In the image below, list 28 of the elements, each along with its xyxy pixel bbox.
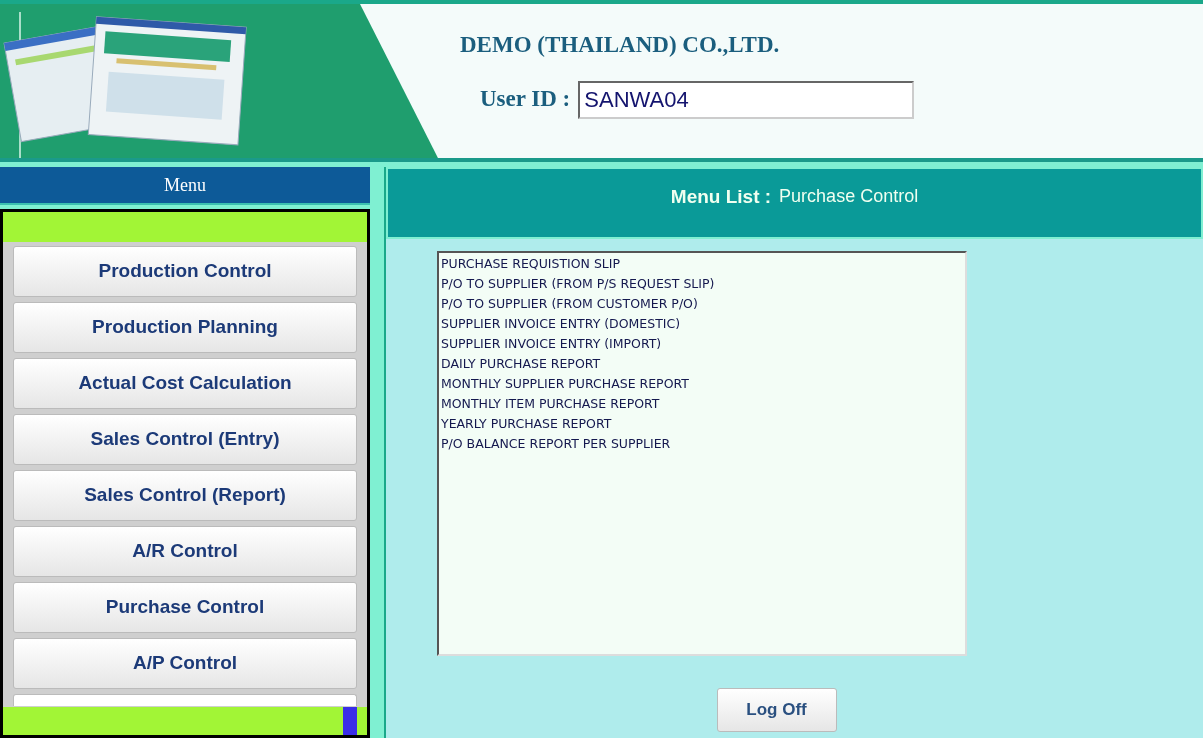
menu-list-item[interactable]: P/O TO SUPPLIER (FROM CUSTOMER P/O)	[441, 294, 963, 314]
menu-button[interactable]: Purchase Control	[13, 582, 357, 633]
menu-button[interactable]	[13, 694, 357, 706]
menu-button[interactable]: Production Planning	[13, 302, 357, 353]
menu-button[interactable]: Sales Control (Report)	[13, 470, 357, 521]
menu-list-item[interactable]: MONTHLY SUPPLIER PURCHASE REPORT	[441, 374, 963, 394]
menu-list-item[interactable]: PURCHASE REQUISTION SLIP	[441, 254, 963, 274]
company-name: DEMO (THAILAND) CO.,LTD.	[460, 31, 781, 59]
menu-button[interactable]: A/P Control	[13, 638, 357, 689]
menu-list-label: Menu List :	[670, 185, 772, 209]
user-id-label: User ID :	[480, 85, 571, 114]
menu-button[interactable]: Production Control	[13, 246, 357, 297]
menu-button[interactable]: Actual Cost Calculation	[13, 358, 357, 409]
menu-button[interactable]: Sales Control (Entry)	[13, 414, 357, 465]
menu-list-item[interactable]: SUPPLIER INVOICE ENTRY (IMPORT)	[441, 334, 963, 354]
menu-list-item[interactable]: YEARLY PURCHASE REPORT	[441, 414, 963, 434]
menu-list-item[interactable]: DAILY PURCHASE REPORT	[441, 354, 963, 374]
menu-list-item[interactable]: P/O BALANCE REPORT PER SUPPLIER	[441, 434, 963, 454]
menu-list-item[interactable]: P/O TO SUPPLIER (FROM P/S REQUEST SLIP)	[441, 274, 963, 294]
user-id-field[interactable]: SANWA04	[578, 80, 915, 119]
menu-list-item[interactable]: MONTHLY ITEM PURCHASE REPORT	[441, 394, 963, 414]
menu-button[interactable]: A/R Control	[13, 526, 357, 577]
scrollbar-thumb[interactable]	[343, 707, 357, 735]
menu-list-box[interactable]	[437, 251, 967, 656]
log-off-button[interactable]: Log Off	[716, 688, 837, 732]
menu-list-item[interactable]: SUPPLIER INVOICE ENTRY (DOMESTIC)	[441, 314, 963, 334]
menu-list-title: Purchase Control	[779, 185, 919, 208]
menu-header: Menu	[0, 167, 370, 205]
